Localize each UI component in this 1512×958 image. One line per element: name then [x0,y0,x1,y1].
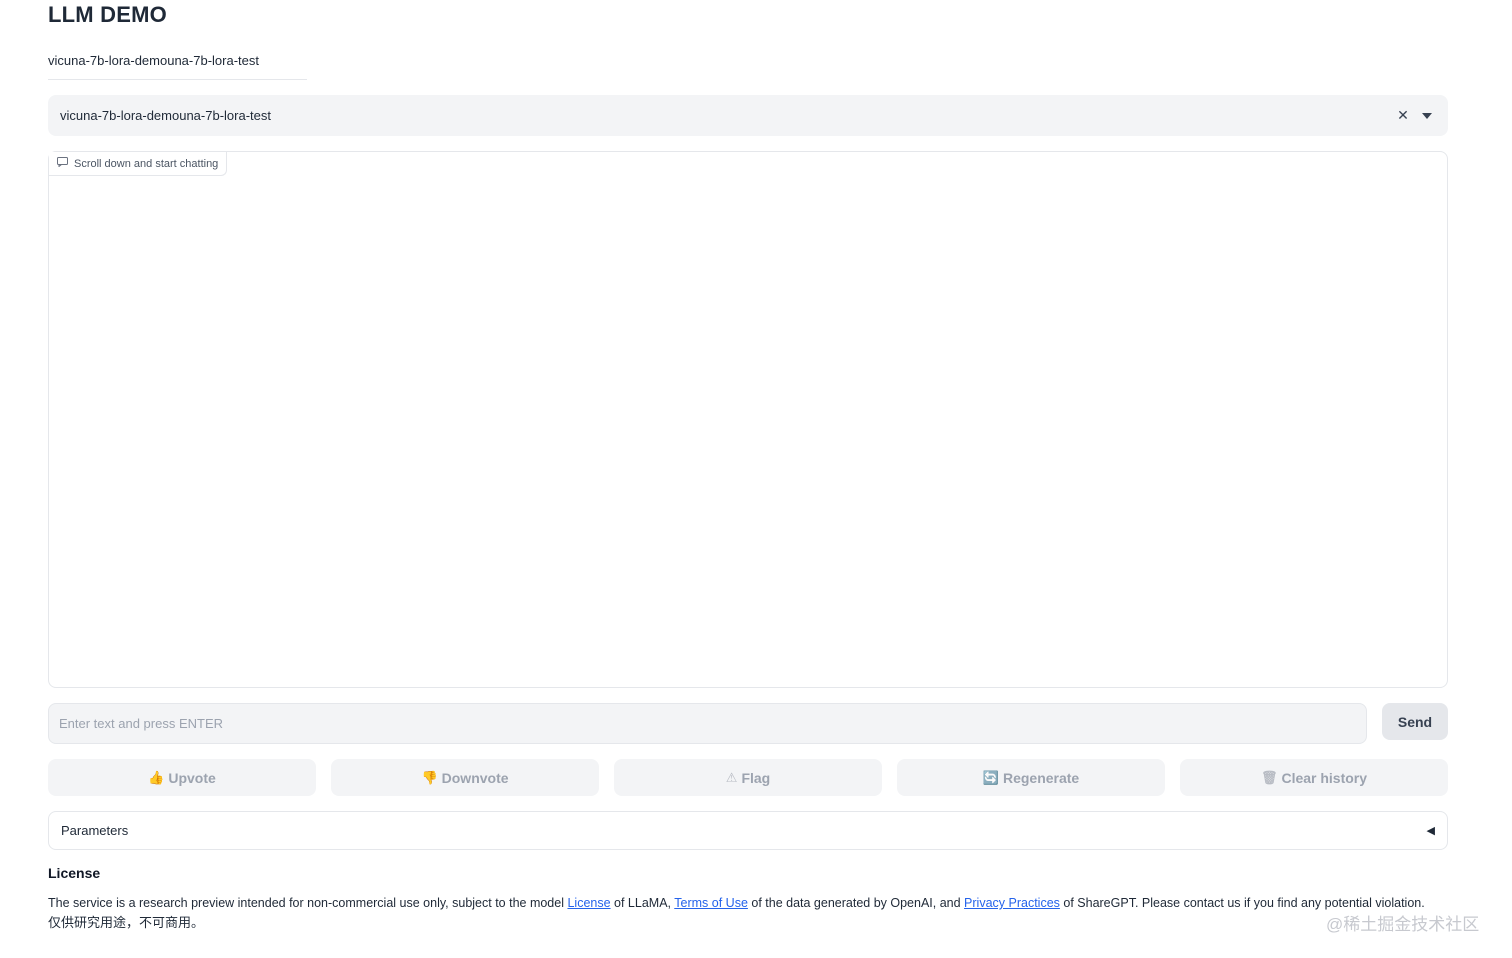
downvote-button[interactable]: 👎 Downvote [331,759,599,796]
flag-button[interactable]: ⚠ Flag [614,759,882,796]
collapse-arrow-icon[interactable]: ◀ [1427,824,1435,837]
license-link[interactable]: License [567,896,610,910]
message-input[interactable] [48,703,1367,744]
watermark: @稀土掘金技术社区 [1326,915,1480,934]
flag-label: Flag [741,769,771,786]
license-heading: License [48,865,101,881]
parameters-accordion[interactable]: Parameters ◀ [48,811,1448,850]
privacy-practices-link[interactable]: Privacy Practices [964,896,1060,910]
chatbot-panel[interactable]: Scroll down and start chatting [48,151,1448,688]
clear-history-label: Clear history [1281,769,1368,786]
thumbs-down-icon: 👎 [421,769,438,785]
chatbot-label-text: Scroll down and start chatting [74,157,219,170]
chatbot-label: Scroll down and start chatting [49,152,228,176]
license-note-cn: 仅供研究用途，不可商用。 [48,915,205,930]
model-tab[interactable]: vicuna-7b-lora-demouna-7b-lora-test [48,50,307,80]
terms-of-use-link[interactable]: Terms of Use [674,896,748,910]
license-text-2: of LLaMA, [610,896,675,910]
thumbs-up-icon: 👍 [148,769,165,785]
chat-icon [57,157,68,170]
parameters-label: Parameters [61,823,129,838]
warning-icon: ⚠ [725,769,738,785]
trash-icon: 🗑 [1260,769,1278,785]
chevron-down-icon[interactable] [1418,107,1436,125]
license-text-4: of ShareGPT. Please contact us if you fi… [1059,896,1425,910]
send-button[interactable]: Send [1382,703,1448,740]
regenerate-label: Regenerate [1002,769,1080,786]
model-dropdown[interactable]: vicuna-7b-lora-demouna-7b-lora-test ✕ [48,95,1448,136]
license-text-3: of the data generated by OpenAI, and [747,896,965,910]
upvote-label: Upvote [168,769,216,786]
clear-history-button[interactable]: 🗑 Clear history [1180,759,1448,796]
upvote-button[interactable]: 👍 Upvote [48,759,316,796]
close-icon[interactable]: ✕ [1394,107,1412,125]
model-dropdown-value: vicuna-7b-lora-demouna-7b-lora-test [60,108,271,123]
app-root: LLM DEMO vicuna-7b-lora-demouna-7b-lora-… [0,0,1512,958]
license-paragraph: The service is a research preview intend… [48,893,1425,913]
action-button-row: 👍 Upvote 👎 Downvote ⚠ Flag 🔄 Regenerate … [48,759,1448,796]
refresh-icon: 🔄 [982,769,999,785]
regenerate-button[interactable]: 🔄 Regenerate [897,759,1165,796]
downvote-label: Downvote [441,769,509,786]
license-text-1: The service is a research preview intend… [48,896,568,910]
page-title: LLM DEMO [48,2,167,27]
